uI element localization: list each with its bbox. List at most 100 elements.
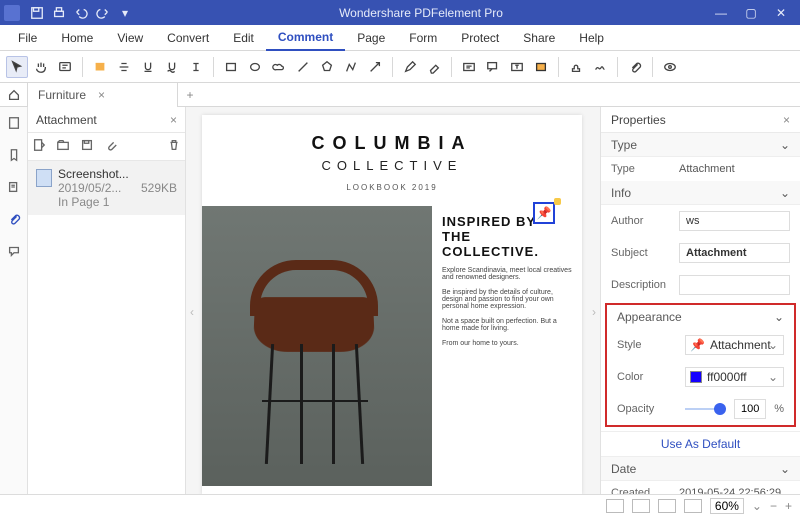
maximize-button[interactable]: ▢ xyxy=(736,0,766,25)
arrow-tool[interactable] xyxy=(364,56,386,78)
lbl-color: Color xyxy=(617,371,679,383)
highlight-tool[interactable] xyxy=(89,56,111,78)
menu-convert[interactable]: Convert xyxy=(155,25,221,51)
typewriter-tool[interactable] xyxy=(506,56,528,78)
menu-comment[interactable]: Comment xyxy=(266,25,345,51)
attachment-item[interactable]: Screenshot... 2019/05/2...529KB In Page … xyxy=(28,161,185,215)
section-date[interactable]: Date⌄ xyxy=(601,457,800,481)
app-icon xyxy=(4,5,20,21)
subject-input[interactable] xyxy=(679,243,790,263)
rectangle-tool[interactable] xyxy=(220,56,242,78)
doc-heading2: THE COLLECTIVE. xyxy=(442,229,572,259)
oval-tool[interactable] xyxy=(244,56,266,78)
undo-icon[interactable] xyxy=(72,4,90,22)
opacity-slider[interactable] xyxy=(685,408,720,410)
attachment-tools xyxy=(28,133,185,161)
thumbnails-icon[interactable] xyxy=(4,113,24,133)
view-single-icon[interactable] xyxy=(606,499,624,513)
attachment-date: 2019/05/2... xyxy=(58,181,121,195)
properties-title: Properties xyxy=(611,113,666,127)
add-tab-icon[interactable]: + xyxy=(178,88,202,102)
open-attachment-icon[interactable] xyxy=(56,138,70,155)
close-tab-icon[interactable]: × xyxy=(98,88,105,102)
link-attachment-icon[interactable] xyxy=(104,138,118,155)
note-tool[interactable] xyxy=(54,56,76,78)
attachments-icon[interactable] xyxy=(4,209,24,229)
polyline-tool[interactable] xyxy=(340,56,362,78)
comments-icon[interactable] xyxy=(4,241,24,261)
zoom-in-icon[interactable]: + xyxy=(785,499,792,513)
dropdown-icon[interactable]: ▾ xyxy=(116,4,134,22)
save-icon[interactable] xyxy=(28,4,46,22)
view-facing-cont-icon[interactable] xyxy=(684,499,702,513)
menu-edit[interactable]: Edit xyxy=(221,25,266,51)
underline-tool[interactable] xyxy=(137,56,159,78)
comment-toolbar xyxy=(0,51,800,83)
close-properties-icon[interactable]: × xyxy=(783,113,790,127)
description-input[interactable] xyxy=(679,275,790,295)
add-attachment-icon[interactable] xyxy=(32,138,46,155)
save-attachment-icon[interactable] xyxy=(80,138,94,155)
chevron-down-icon: ⌄ xyxy=(780,186,790,200)
app-title: Wondershare PDFelement Pro xyxy=(136,6,706,20)
zoom-out-icon[interactable]: − xyxy=(770,499,777,513)
chevron-down-icon: ⌄ xyxy=(780,138,790,152)
section-info[interactable]: Info⌄ xyxy=(601,181,800,205)
select-tool[interactable] xyxy=(6,56,28,78)
menu-view[interactable]: View xyxy=(105,25,155,51)
doc-subtitle: COLLECTIVE xyxy=(202,158,582,173)
close-button[interactable]: ✕ xyxy=(766,0,796,25)
section-appearance[interactable]: Appearance⌄ xyxy=(607,305,794,329)
menu-file[interactable]: File xyxy=(6,25,49,51)
callout-tool[interactable] xyxy=(482,56,504,78)
show-comments-tool[interactable] xyxy=(659,56,681,78)
zoom-dropdown-icon[interactable]: ⌄ xyxy=(752,499,762,513)
menu-form[interactable]: Form xyxy=(397,25,449,51)
author-input[interactable] xyxy=(679,211,790,231)
prev-page-icon[interactable]: ‹ xyxy=(186,297,198,327)
lbl-author: Author xyxy=(611,215,673,227)
attachment-annotation-icon[interactable]: 📌 xyxy=(533,202,555,224)
line-tool[interactable] xyxy=(292,56,314,78)
caret-tool[interactable] xyxy=(185,56,207,78)
textbox-tool[interactable] xyxy=(458,56,480,78)
delete-attachment-icon[interactable] xyxy=(167,138,181,155)
style-select[interactable]: 📌Attachment⌄ xyxy=(685,335,784,355)
zoom-input[interactable] xyxy=(710,498,744,514)
color-select[interactable]: ff0000ff⌄ xyxy=(685,367,784,387)
doc-tab[interactable]: Furniture × xyxy=(28,83,178,107)
menu-help[interactable]: Help xyxy=(567,25,616,51)
cloud-tool[interactable] xyxy=(268,56,290,78)
stamp-tool[interactable] xyxy=(565,56,587,78)
redo-icon[interactable] xyxy=(94,4,112,22)
attachment-tool[interactable] xyxy=(624,56,646,78)
print-icon[interactable] xyxy=(50,4,68,22)
bookmarks-icon[interactable] xyxy=(4,145,24,165)
lbl-type: Type xyxy=(611,163,673,175)
next-page-icon[interactable]: › xyxy=(588,297,600,327)
view-facing-icon[interactable] xyxy=(658,499,676,513)
menu-protect[interactable]: Protect xyxy=(449,25,511,51)
color-swatch xyxy=(690,371,702,383)
close-panel-icon[interactable]: × xyxy=(170,113,177,127)
polygon-tool[interactable] xyxy=(316,56,338,78)
use-as-default-button[interactable]: Use As Default xyxy=(601,431,800,457)
section-type[interactable]: Type⌄ xyxy=(601,133,800,157)
menu-home[interactable]: Home xyxy=(49,25,105,51)
document-viewer[interactable]: ‹ › COLUMBIA COLLECTIVE LOOKBOOK 2019 xyxy=(186,107,600,516)
minimize-button[interactable]: — xyxy=(706,0,736,25)
home-tab-icon[interactable] xyxy=(0,83,28,107)
signature-tool[interactable] xyxy=(589,56,611,78)
opacity-input[interactable] xyxy=(734,399,766,419)
strikeout-tool[interactable] xyxy=(113,56,135,78)
view-continuous-icon[interactable] xyxy=(632,499,650,513)
squiggly-tool[interactable] xyxy=(161,56,183,78)
eraser-tool[interactable] xyxy=(423,56,445,78)
menu-share[interactable]: Share xyxy=(511,25,567,51)
chevron-down-icon: ⌄ xyxy=(768,338,778,352)
search-icon[interactable] xyxy=(4,177,24,197)
menu-page[interactable]: Page xyxy=(345,25,397,51)
area-highlight-tool[interactable] xyxy=(530,56,552,78)
pencil-tool[interactable] xyxy=(399,56,421,78)
hand-tool[interactable] xyxy=(30,56,52,78)
